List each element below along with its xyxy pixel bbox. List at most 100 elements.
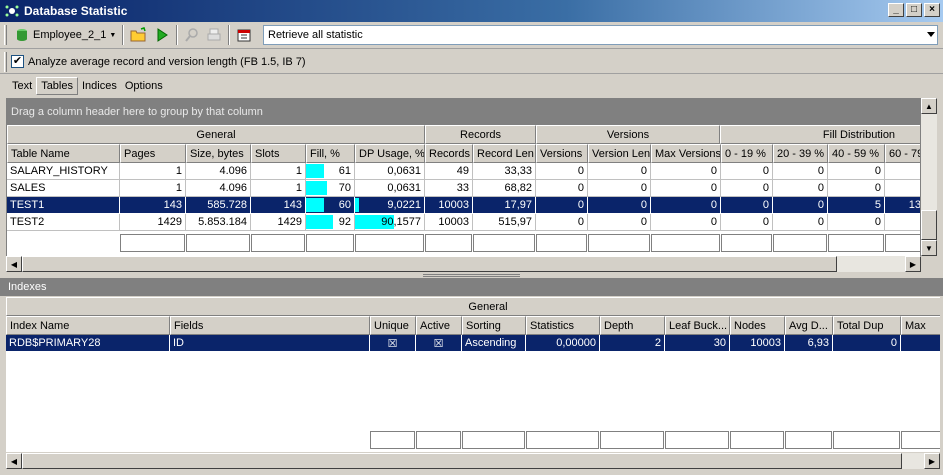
column-header-active[interactable]: Active [416,316,462,335]
table-cell[interactable]: 10003 [425,197,473,214]
band-general[interactable]: General [7,125,425,144]
column-header-slots[interactable]: Slots [251,144,306,163]
table-cell[interactable] [901,335,940,352]
column-header-nodes[interactable]: Nodes [730,316,785,335]
table-cell[interactable]: 0 [588,197,651,214]
band-records[interactable]: Records [425,125,536,144]
table-cell[interactable]: 1 [251,180,306,197]
table-cell[interactable]: Ascending [462,335,526,352]
table-cell[interactable]: 515,97 [473,214,536,231]
table-row[interactable]: SALES 1 4.096 1 70 0,0631 33 68,82 0 0 0 0 0 0 [7,180,920,197]
table-row[interactable]: RDB$PRIMARY28 ID ☒ ☒ Ascending 0,00000 2 30 1000… [6,335,940,352]
table-cell[interactable]: 143 [251,197,306,214]
schedule-button[interactable] [233,24,255,46]
scroll-left-button[interactable]: ◀ [6,256,22,272]
table-cell[interactable]: 92 [306,214,355,231]
statistic-mode-select[interactable]: Retrieve all statistic [263,25,938,45]
table-cell[interactable]: 0 [588,180,651,197]
column-header-table-name[interactable]: Table Name [7,144,120,163]
find-button[interactable] [181,24,203,46]
table-cell[interactable]: 0 [536,214,588,231]
table-cell[interactable]: 1 [251,163,306,180]
table-cell[interactable]: TEST2 [7,214,120,231]
table-cell[interactable]: 0,0631 [355,180,425,197]
table-cell[interactable]: 0 [588,214,651,231]
tab-tables[interactable]: Tables [36,77,78,95]
column-header-pages[interactable]: Pages [120,144,186,163]
band-general[interactable]: General [6,297,940,316]
table-cell[interactable]: 6,93 [785,335,833,352]
table-cell[interactable]: 70 [306,180,355,197]
table-cell[interactable]: 5 [828,197,885,214]
scroll-thumb[interactable] [921,210,937,240]
table-cell[interactable]: 585.728 [186,197,251,214]
column-header-versions[interactable]: Versions [536,144,588,163]
table-cell[interactable]: 0 [773,163,828,180]
table-cell[interactable]: ID [170,335,370,352]
column-header-statistics[interactable]: Statistics [526,316,600,335]
column-header-dp-usage[interactable]: DP Usage, % [355,144,425,163]
band-versions[interactable]: Versions [536,125,720,144]
table-cell[interactable]: 33,33 [473,163,536,180]
scroll-right-button[interactable]: ▶ [924,453,940,469]
table-cell[interactable]: 0 [828,180,885,197]
table-cell[interactable]: 1429 [120,214,186,231]
scroll-thumb[interactable] [22,256,837,272]
table-cell[interactable]: 143 [120,197,186,214]
column-header-size-bytes[interactable]: Size, bytes [186,144,251,163]
column-header-leaf-buck[interactable]: Leaf Buck... [665,316,730,335]
column-header-fill[interactable]: Fill, % [306,144,355,163]
scroll-left-button[interactable]: ◀ [6,453,22,469]
column-header-max-versions[interactable]: Max Versions [651,144,721,163]
table-cell[interactable]: 9,0221 [355,197,425,214]
table-cell[interactable]: 0 [773,214,828,231]
column-header-40-59[interactable]: 40 - 59 % [828,144,885,163]
indexes-horizontal-scrollbar[interactable]: ◀ ▶ [6,453,940,469]
group-by-panel[interactable]: Drag a column header here to group by th… [7,99,920,125]
scroll-up-button[interactable]: ▲ [921,98,937,114]
table-cell[interactable]: 1 [120,180,186,197]
table-cell[interactable]: 0 [828,214,885,231]
tab-options[interactable]: Options [121,77,167,95]
table-cell[interactable]: 0 [651,197,721,214]
column-header-records[interactable]: Records [425,144,473,163]
table-cell[interactable]: ☒ [370,335,416,352]
column-header-20-39[interactable]: 20 - 39 % [773,144,828,163]
column-header-max[interactable]: Max [901,316,940,335]
column-header-depth[interactable]: Depth [600,316,665,335]
scroll-right-button[interactable]: ▶ [905,256,921,272]
table-row[interactable]: TEST2 1429 5.853.184 1429 92 90,1577 10003 515,… [7,214,920,231]
table-cell[interactable]: 10003 [425,214,473,231]
table-cell[interactable]: 0 [651,163,721,180]
table-cell[interactable]: 0 [651,214,721,231]
table-cell[interactable]: 13 [885,197,920,214]
scroll-thumb[interactable] [22,453,902,469]
table-cell[interactable]: 0,00000 [526,335,600,352]
toolbar-grip[interactable] [4,51,7,72]
column-header-60-79[interactable]: 60 - 79 [885,144,920,163]
table-cell[interactable] [885,180,920,197]
table-cell[interactable]: RDB$PRIMARY28 [6,335,170,352]
table-cell[interactable]: 0 [721,214,773,231]
column-header-0-19[interactable]: 0 - 19 % [721,144,773,163]
table-cell[interactable]: 0 [651,180,721,197]
table-cell[interactable] [885,163,920,180]
scroll-down-button[interactable]: ▼ [921,240,937,256]
column-header-unique[interactable]: Unique [370,316,416,335]
table-cell[interactable]: 17,97 [473,197,536,214]
column-header-sorting[interactable]: Sorting [462,316,526,335]
tables-horizontal-scrollbar[interactable]: ◀ ▶ [6,256,921,272]
table-cell[interactable]: 5.853.184 [186,214,251,231]
splitter-handle[interactable] [423,274,520,277]
table-cell[interactable]: 30 [665,335,730,352]
table-cell[interactable]: 0,0631 [355,163,425,180]
toolbar-grip[interactable] [4,25,7,45]
tab-text[interactable]: Text [8,77,36,95]
table-cell[interactable]: 1 [120,163,186,180]
table-cell[interactable]: SALES [7,180,120,197]
table-cell[interactable]: 68,82 [473,180,536,197]
column-header-version-len[interactable]: Version Len [588,144,651,163]
maximize-button[interactable]: □ [906,3,922,17]
column-header-index-name[interactable]: Index Name [6,316,170,335]
table-cell[interactable]: 60 [306,197,355,214]
